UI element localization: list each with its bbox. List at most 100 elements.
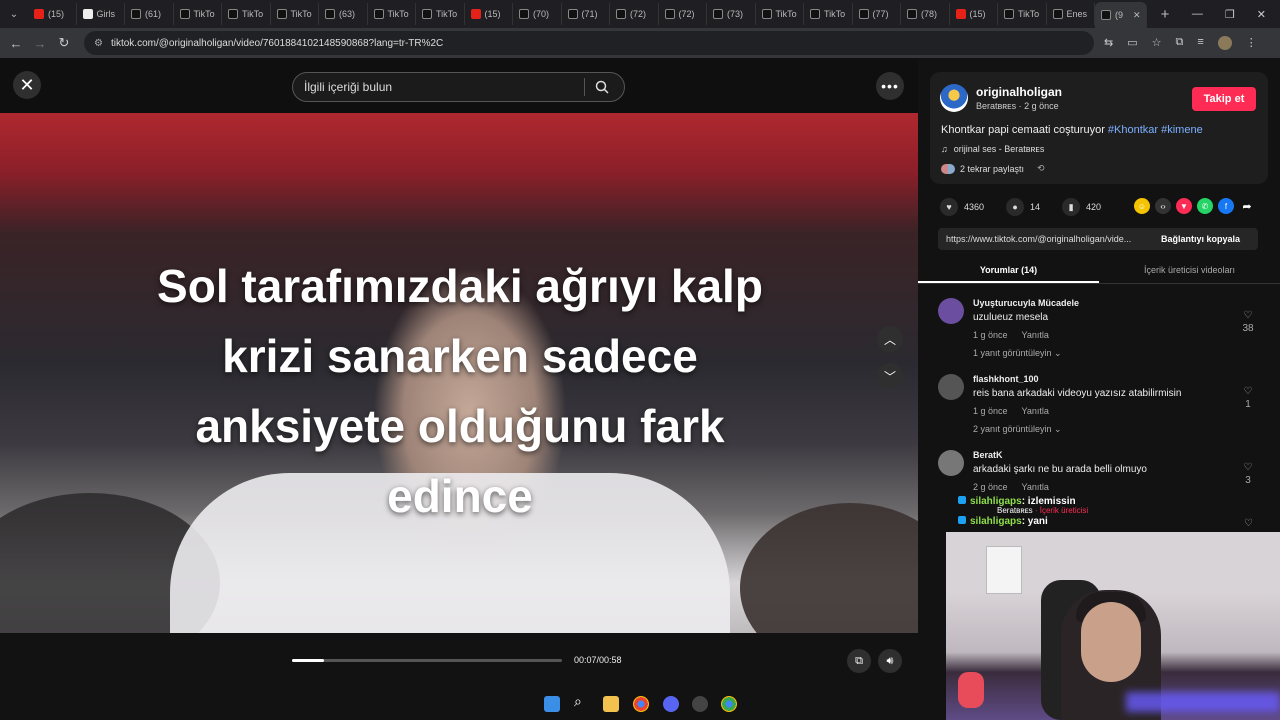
view-replies-link[interactable]: 2 yanıt görüntüleyin ⌄ — [973, 424, 1062, 435]
app-icon[interactable] — [692, 696, 708, 712]
browser-tab[interactable]: (78) — [901, 3, 950, 25]
forward-icon[interactable]: → — [28, 36, 52, 51]
commenter-name[interactable]: flashkhont_100 — [973, 374, 1039, 384]
video-frame[interactable]: Sol tarafımızdaki ağrıyı kalp krizi sana… — [0, 113, 918, 633]
browser-tab[interactable]: (15) — [465, 3, 513, 25]
tab-label: (72) — [630, 9, 647, 19]
bookmark-icon[interactable]: ▮ — [1062, 198, 1081, 216]
browser-tab[interactable]: Enes — [1047, 3, 1095, 25]
author-avatar[interactable] — [940, 84, 968, 112]
browser-tab[interactable]: (73) — [707, 3, 756, 25]
copy-link-button[interactable]: Bağlantıyı kopyala — [1161, 234, 1240, 244]
reply-link[interactable]: Yanıtla — [1022, 406, 1049, 416]
reload-icon[interactable]: ↻ — [52, 35, 76, 51]
tab-comments[interactable]: Yorumlar (14) — [918, 256, 1099, 283]
close-window-icon[interactable]: ✕ — [1257, 8, 1266, 21]
volume-icon[interactable]: 🔊︎ — [878, 649, 902, 673]
translate-icon[interactable]: ⇆ — [1104, 36, 1113, 50]
profile-avatar[interactable] — [1217, 36, 1232, 50]
music-row[interactable]: ♫ orijinal ses - Beratʙʀᴇs — [941, 144, 1044, 154]
chrome-alt-icon[interactable] — [721, 696, 737, 712]
author-name[interactable]: originalholigan — [976, 85, 1062, 99]
tiktok-icon — [713, 9, 723, 19]
back-icon[interactable]: ← — [4, 36, 28, 51]
extensions-icon[interactable]: ⧉ — [1176, 36, 1184, 50]
search-icon[interactable] — [585, 80, 619, 94]
browser-tab[interactable]: (70) — [513, 3, 562, 25]
media-control-icon[interactable]: ≡ — [1197, 36, 1203, 50]
creator-tag: · İçerik üreticisi — [1034, 506, 1089, 515]
progress-bar[interactable] — [292, 659, 562, 662]
menu-kebab-icon[interactable]: ⋮ — [1246, 36, 1257, 50]
tab-creator-videos[interactable]: İçerik üreticisi videoları — [1099, 256, 1280, 283]
like-icon[interactable]: ♡ — [1244, 518, 1253, 529]
browser-tab[interactable]: TikTo — [174, 3, 222, 25]
browser-tab[interactable]: (61) — [125, 3, 174, 25]
reply-link[interactable]: Yanıtla — [1022, 330, 1049, 340]
browser-tab[interactable]: TikTo — [804, 3, 853, 25]
browser-tab[interactable]: TikTo — [368, 3, 416, 25]
browser-tab[interactable]: (72) — [659, 3, 707, 25]
commenter-avatar[interactable] — [938, 298, 964, 324]
tiktok-icon — [1004, 9, 1014, 19]
new-tab-button[interactable]: + — [1155, 6, 1175, 23]
floating-player-icon[interactable]: ⧉ — [847, 649, 871, 673]
site-info-icon[interactable]: ⚙ — [94, 38, 103, 49]
chrome-icon[interactable] — [633, 696, 649, 712]
commenter-name[interactable]: Uyuşturucuyla Mücadele — [973, 298, 1079, 308]
browser-tab[interactable]: (63) — [319, 3, 368, 25]
share-arrow-icon[interactable]: ➦ — [1239, 198, 1255, 214]
caption-line: krizi sanarken sadece — [222, 330, 698, 382]
cast-icon[interactable]: ▭ — [1127, 36, 1137, 50]
comment-icon[interactable]: ● — [1006, 198, 1025, 216]
more-options-icon[interactable]: ••• — [876, 72, 904, 100]
browser-tab[interactable]: TikTo — [756, 3, 804, 25]
like-icon[interactable]: ♥ — [940, 198, 958, 216]
windows-start-icon[interactable] — [544, 696, 560, 712]
facebook-icon[interactable]: f — [1218, 198, 1234, 214]
comment-like[interactable]: ♡ 3 — [1236, 462, 1260, 486]
music-note-icon: ♫ — [941, 144, 948, 154]
browser-tab[interactable]: (77) — [853, 3, 901, 25]
browser-tab[interactable]: TikTo — [222, 3, 271, 25]
file-explorer-icon[interactable] — [603, 696, 619, 712]
browser-tab[interactable]: (71) — [562, 3, 610, 25]
video-link[interactable]: https://www.tiktok.com/@originalholigan/… — [938, 234, 1153, 244]
previous-video-icon[interactable]: ︿ — [877, 326, 903, 352]
os-taskbar: ⌕ — [0, 688, 946, 720]
browser-tab[interactable]: TikTo — [998, 3, 1047, 25]
tab-search-dropdown[interactable]: ⌄ — [0, 0, 28, 28]
repost-row[interactable]: 2 tekrar paylaştı ⟲ — [941, 163, 1045, 174]
commenter-name[interactable]: BeratK — [973, 450, 1003, 460]
browser-tab[interactable]: (15) — [28, 3, 77, 25]
whatsapp-icon[interactable]: ✆ — [1197, 198, 1213, 214]
browser-tab[interactable]: (9 ✕ — [1095, 2, 1147, 28]
browser-tab[interactable]: Girls — [77, 3, 125, 25]
comment-like[interactable]: ♡ 38 — [1236, 310, 1260, 334]
comment-like[interactable]: ♡ 1 — [1236, 386, 1260, 410]
embed-icon[interactable]: ‹› — [1155, 198, 1171, 214]
browser-tab[interactable]: TikTo — [416, 3, 465, 25]
address-bar[interactable]: ⚙ tiktok.com/@originalholigan/video/7601… — [84, 31, 1094, 55]
view-replies-link[interactable]: 1 yanıt görüntüleyin ⌄ — [973, 348, 1062, 359]
commenter-avatar[interactable] — [938, 374, 964, 400]
follow-button[interactable]: Takip et — [1192, 87, 1256, 111]
discord-icon[interactable] — [663, 696, 679, 712]
tab-label: Girls — [96, 9, 116, 19]
restore-icon[interactable]: ❐ — [1225, 8, 1235, 21]
browser-tab[interactable]: (72) — [610, 3, 659, 25]
browser-tab[interactable]: TikTo — [271, 3, 319, 25]
taskbar-search-icon[interactable]: ⌕ — [574, 693, 590, 709]
reply-link[interactable]: Yanıtla — [1022, 482, 1049, 492]
close-tab-icon[interactable]: ✕ — [1133, 10, 1141, 21]
commenter-avatar[interactable] — [938, 450, 964, 476]
bookmark-star-icon[interactable]: ☆ — [1152, 36, 1162, 50]
related-search-input[interactable] — [304, 80, 584, 94]
coin-icon[interactable]: ☺ — [1134, 198, 1150, 214]
browser-tab[interactable]: (15) — [950, 3, 998, 25]
hashtag-links[interactable]: #Khontkar #kimene — [1108, 124, 1203, 136]
next-video-icon[interactable]: ﹀ — [877, 363, 903, 389]
minimize-icon[interactable]: — — [1192, 8, 1203, 21]
send-icon[interactable]: ▼ — [1176, 198, 1192, 214]
close-video-button[interactable]: ✕ — [13, 71, 41, 99]
